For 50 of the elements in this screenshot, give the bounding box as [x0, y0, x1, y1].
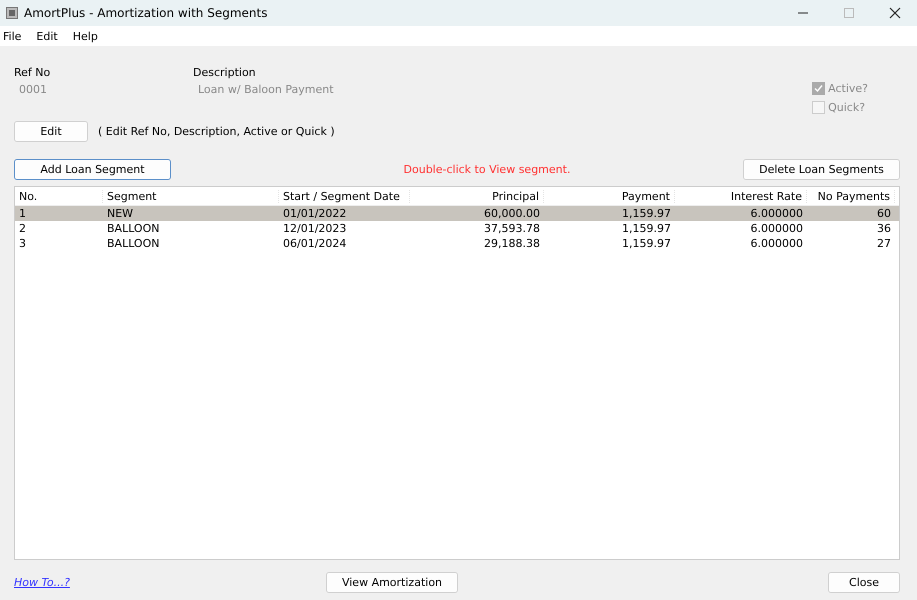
column-header[interactable]: Payment	[544, 190, 675, 202]
table-cell-text: 1,159.97	[621, 222, 672, 235]
table-cell-text: 60,000.00	[483, 207, 541, 220]
close-icon[interactable]	[889, 7, 901, 19]
close-button[interactable]: Close	[828, 572, 900, 593]
table-cell-text: 36	[876, 222, 892, 235]
table-cell-text: 12/01/2023	[282, 222, 348, 235]
table-cell-text: 06/01/2024	[282, 237, 348, 250]
app-icon	[6, 7, 18, 19]
edit-button[interactable]: Edit	[14, 121, 88, 142]
table-cell-text: 37,593.78	[483, 222, 541, 235]
table-cell-text: 3	[18, 237, 27, 250]
delete-segments-button[interactable]: Delete Loan Segments	[742, 159, 900, 180]
table-cell-text: 60	[876, 207, 892, 220]
table-cell-text: 1	[18, 207, 27, 220]
column-header[interactable]: Start / Segment Date	[279, 190, 410, 202]
column-header[interactable]: Segment	[103, 190, 279, 202]
table-row[interactable]: 3 BALLOON 06/01/2024 29,188.38 1,159.97 6.000000 27	[15, 236, 899, 251]
table-cell-text: 1,159.97	[621, 207, 672, 220]
table-cell-text: NEW	[106, 207, 134, 220]
column-header[interactable]: No Payments	[807, 190, 895, 202]
table-cell-text: BALLOON	[106, 237, 160, 250]
table-cell-text: 6.000000	[750, 222, 804, 235]
window-title: AmortPlus - Amortization with Segments	[24, 6, 268, 20]
table-cell-text: 27	[876, 237, 892, 250]
table-cell-text: 29,188.38	[483, 237, 541, 250]
field-label: Ref No	[14, 66, 52, 79]
table-cell-text: 01/01/2022	[282, 207, 348, 220]
column-header[interactable]: No.	[15, 190, 103, 202]
add-segment-button[interactable]: Add Loan Segment	[14, 159, 171, 180]
menu-item[interactable]: File	[0, 30, 28, 42]
menu-item[interactable]: Help	[70, 30, 104, 42]
checkbox-label: Quick?	[828, 101, 866, 114]
table-cell-text: BALLOON	[106, 222, 160, 235]
table-cell-text: 2	[18, 222, 27, 235]
how-to-link[interactable]: How To...?	[14, 576, 174, 589]
table-cell-text: 1,159.97	[621, 237, 672, 250]
table-cell-text: 6.000000	[750, 237, 804, 250]
table-row[interactable]: 1 NEW 01/01/2022 60,000.00 1,159.97 6.000000 60	[15, 206, 899, 221]
edit-hint: ( Edit Ref No, Description, Active or Quick )	[98, 125, 335, 138]
notice-text: Double-click to View segment.	[402, 163, 570, 176]
column-header[interactable]: Interest Rate	[675, 190, 807, 202]
checkbox-label: Active?	[828, 82, 868, 95]
column-header[interactable]: Principal	[410, 190, 544, 202]
field-label: Description	[193, 66, 257, 79]
maximize-icon[interactable]	[843, 7, 855, 19]
table-cell-text: 6.000000	[750, 207, 804, 220]
view-amortization-button[interactable]: View Amortization	[326, 572, 458, 593]
table-row[interactable]: 2 BALLOON 12/01/2023 37,593.78 1,159.97 6.000000 36	[15, 221, 899, 236]
menu-item[interactable]: Edit	[33, 30, 64, 42]
